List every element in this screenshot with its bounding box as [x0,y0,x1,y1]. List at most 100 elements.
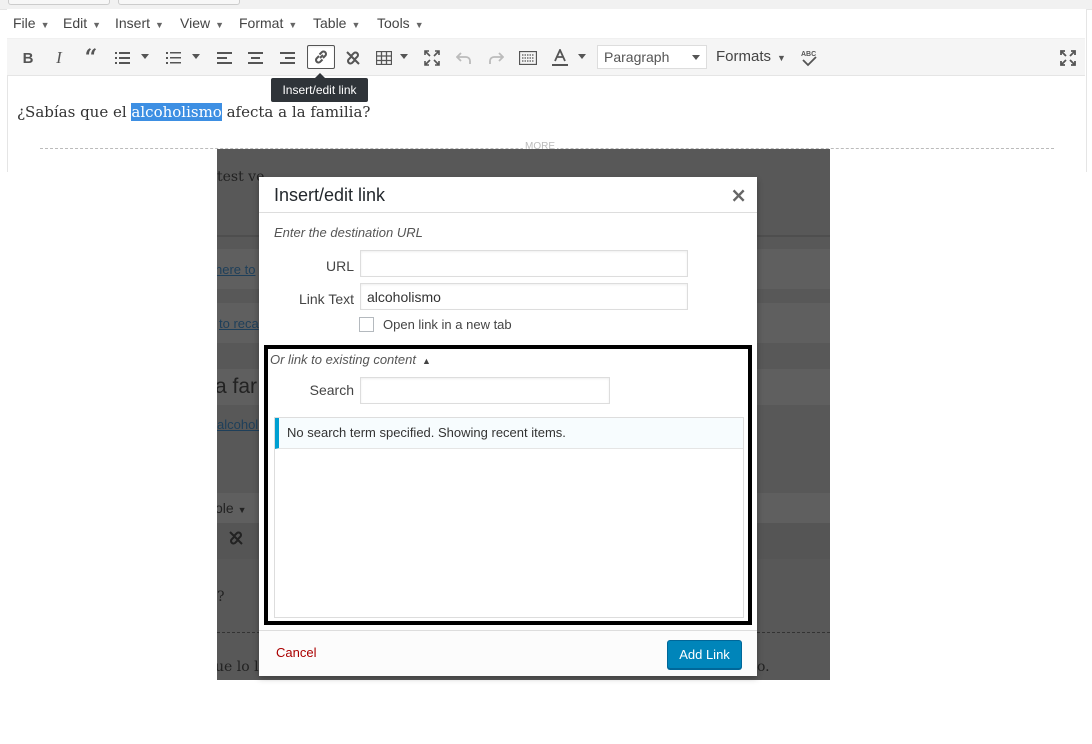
dialog-title: Insert/edit link [274,185,386,205]
triangle-up-icon: ▲ [421,356,431,366]
new-tab-label[interactable]: Open link in a new tab [383,317,512,332]
background-text-1: test ve [217,169,265,185]
link-tooltip: Insert/edit link [271,73,368,102]
close-icon[interactable]: × [730,183,747,207]
undo-button[interactable] [454,47,474,69]
unlink-icon [346,51,360,65]
table-icon [376,51,392,65]
url-input[interactable] [360,250,688,277]
bullet-list-icon [115,52,130,64]
chevron-down-icon: ▼ [351,20,361,30]
block-format-select[interactable]: Paragraph [597,45,707,69]
numbered-list-icon [166,52,181,64]
search-input[interactable] [360,377,610,404]
bullet-list-button[interactable] [113,47,133,69]
menu-view[interactable]: View ▼ [180,15,224,31]
chevron-down-icon: ▼ [237,505,247,515]
menu-file-label: File [13,15,36,31]
menu-format[interactable]: Format ▼ [239,15,297,31]
toolbar-toggle-button[interactable] [518,47,538,69]
menu-file[interactable]: File ▼ [13,15,49,31]
fullscreen-icon [424,50,440,66]
align-left-icon [217,52,232,64]
distraction-free-button[interactable] [1058,47,1078,69]
align-left-button[interactable] [215,47,235,69]
cancel-button[interactable]: Cancel [276,645,316,660]
chevron-down-icon: ▼ [414,20,424,30]
numbered-list-caret[interactable] [192,54,200,59]
search-label: Search [309,382,354,398]
background-title: a far [217,375,258,398]
align-center-icon [248,52,263,64]
chevron-down-icon: ▼ [288,20,298,30]
align-right-icon [280,52,295,64]
bullet-list-caret[interactable] [141,54,149,59]
editor-tab-text[interactable] [118,0,240,5]
link-text-input[interactable] [360,283,688,310]
url-label: URL [325,258,354,274]
background-menu-frag: ole ▼ [217,500,247,516]
menu-tools-label: Tools [377,15,410,31]
table-button[interactable] [374,47,394,69]
chevron-down-icon: ▼ [92,20,102,30]
menu-view-label: View [180,15,211,31]
text-after: afecta a la familia? [221,103,371,121]
editor-paragraph[interactable]: ¿Sabías que el alcoholismo afecta a la f… [17,103,370,121]
results-notice: No search term specified. Showing recent… [275,418,743,449]
spellcheck-button[interactable]: ABC [798,47,820,69]
text-color-icon [552,49,568,66]
redo-button[interactable] [486,47,506,69]
bold-button[interactable]: B [18,47,38,69]
add-link-button[interactable]: Add Link [667,640,742,669]
menu-edit-label: Edit [63,15,88,31]
insert-link-dialog: Insert/edit link × Enter the destination… [259,177,757,676]
text-color-caret[interactable] [578,54,586,59]
redo-icon [489,52,504,64]
menu-insert[interactable]: Insert ▼ [115,15,164,31]
chevron-down-icon: ▼ [777,53,786,63]
blockquote-button[interactable]: “ [80,47,102,69]
align-center-button[interactable] [246,47,266,69]
unlink-icon [229,531,243,545]
menu-insert-label: Insert [115,15,151,31]
existing-content-toggle[interactable]: Or link to existing content ▲ [270,352,431,367]
background-question: ? [217,589,225,605]
existing-content-label: Or link to existing content [270,352,416,367]
link-icon [315,50,327,64]
fullscreen-button[interactable] [422,47,442,69]
background-bottom-text: ue lo l [217,659,259,675]
text-color-button[interactable] [550,47,570,69]
selected-text: alcoholismo [131,103,222,121]
bold-icon: B [22,49,34,67]
background-link-1: here to [217,262,256,277]
background-link-2: to reca [219,316,259,331]
new-tab-checkbox[interactable] [359,317,374,332]
undo-icon [456,52,471,64]
numbered-list-button[interactable] [164,47,184,69]
background-link-3: alcoholi [217,417,262,432]
background-menu-label: ole [217,500,234,516]
chevron-down-icon [692,55,700,60]
formats-dropdown[interactable]: Formats ▼ [716,48,786,65]
menu-tools[interactable]: Tools ▼ [377,15,424,31]
menu-table-label: Table [313,15,347,31]
menu-table[interactable]: Table ▼ [313,15,360,31]
editor-tab-visual[interactable] [8,0,110,5]
table-caret[interactable] [400,54,408,59]
distraction-free-icon [1060,50,1076,66]
align-right-button[interactable] [278,47,298,69]
menu-edit[interactable]: Edit ▼ [63,15,101,31]
unlink-button[interactable] [342,47,364,69]
insert-link-button[interactable] [307,45,335,69]
toolbar-toggle-icon [519,51,537,65]
menu-format-label: Format [239,15,284,31]
link-text-label: Link Text [299,291,354,307]
italic-button[interactable]: I [49,47,69,69]
chevron-down-icon: ▼ [215,20,225,30]
block-format-value: Paragraph [604,49,670,65]
text-before: ¿Sabías que el [17,103,132,121]
search-results-list[interactable]: No search term specified. Showing recent… [274,417,744,618]
italic-icon: I [56,48,62,67]
menubar: File ▼ Edit ▼ Insert ▼ View ▼ Format ▼ Table ▼… [7,9,1085,39]
formats-label: Formats [716,48,772,65]
